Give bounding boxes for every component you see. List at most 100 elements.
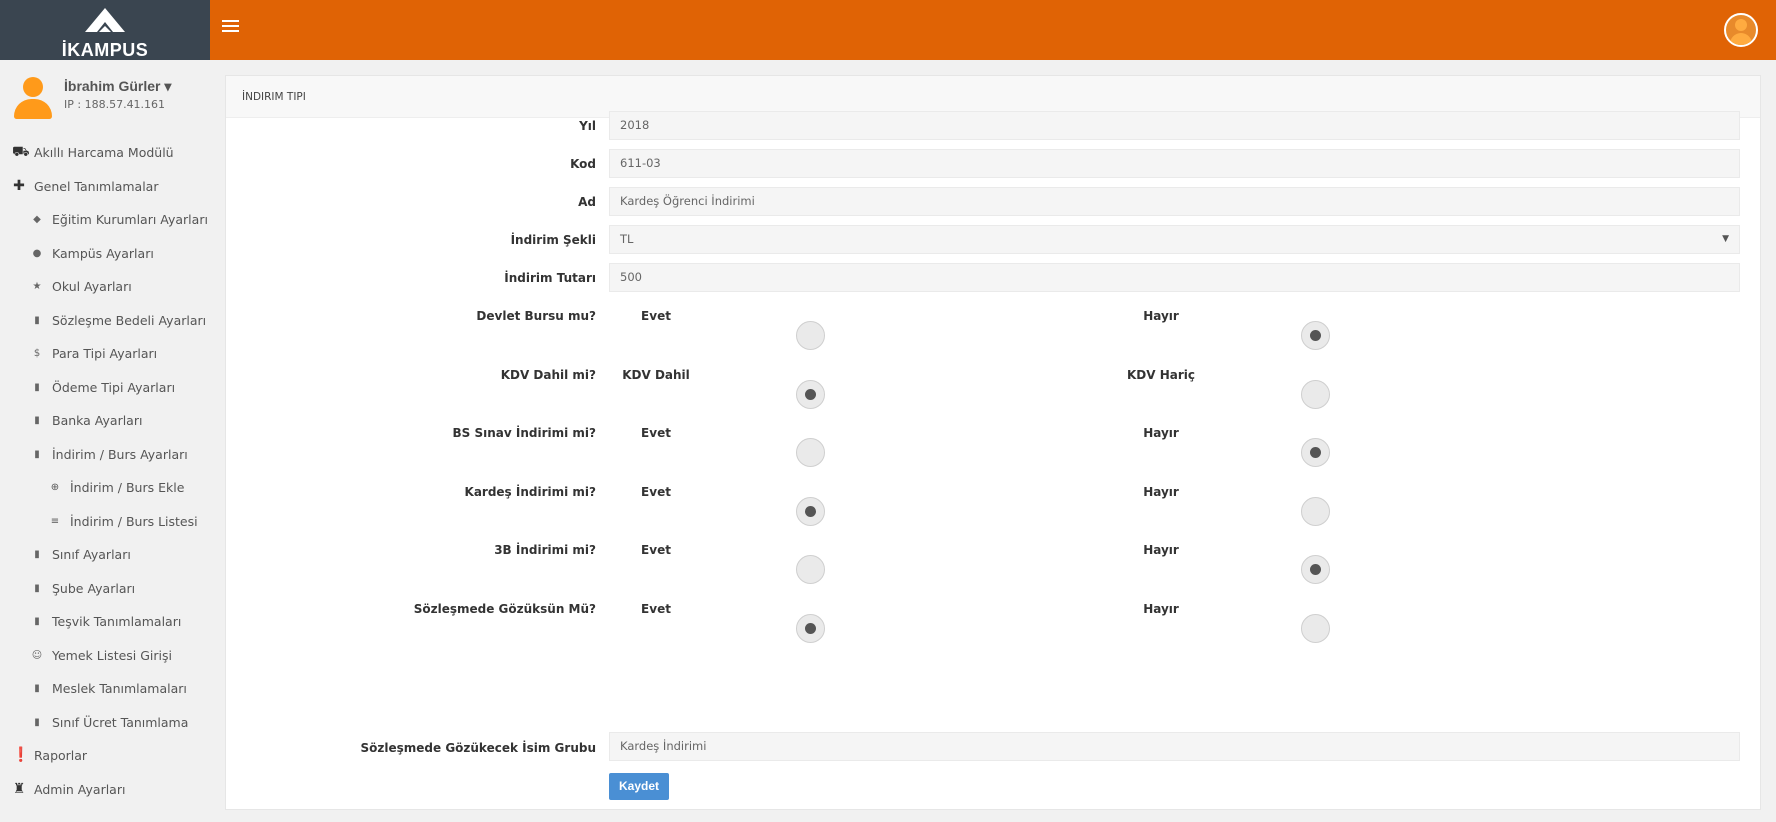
sidebar-item[interactable]: ▮ Banka Ayarları bbox=[0, 404, 210, 438]
radio-option-label: KDV Dahil bbox=[622, 367, 690, 382]
list-icon: ≡ bbox=[50, 515, 60, 527]
sidebar-item[interactable]: ▮ Ödeme Tipi Ayarları bbox=[0, 371, 210, 405]
sidebar-item[interactable]: ▮ Sınıf Ayarları bbox=[0, 538, 210, 572]
sidebar-item-label: Sözleşme Bedeli Ayarları bbox=[52, 312, 207, 328]
sidebar-item[interactable]: $ Para Tipi Ayarları bbox=[0, 337, 210, 371]
radio-option-label: Hayır bbox=[1143, 309, 1179, 323]
sidebar-item[interactable]: ⛟ Akıllı Harcama Modülü bbox=[0, 136, 210, 170]
radio-option-label: Evet bbox=[641, 309, 671, 323]
sidebar-item[interactable]: ★ Okul Ayarları bbox=[0, 270, 210, 304]
sidebar-item[interactable]: ● Kampüs Ayarları bbox=[0, 237, 210, 271]
field-label: Ad bbox=[578, 195, 596, 209]
radio-option-label: Evet bbox=[641, 426, 671, 441]
sidebar-item[interactable]: ◆ Eğitim Kurumları Ayarları bbox=[0, 203, 210, 237]
radio-button[interactable] bbox=[796, 614, 825, 643]
field-value: 611-03 bbox=[620, 156, 661, 170]
sidebar-item[interactable]: ⊕ İndirim / Burs Ekle bbox=[0, 471, 210, 505]
top-navbar bbox=[210, 0, 1776, 60]
radio-option-label: Hayır bbox=[1143, 484, 1179, 499]
sidebar-item-label: Eğitim Kurumları Ayarları bbox=[52, 212, 208, 227]
radio-group-label: KDV Dahil mi? bbox=[500, 367, 596, 382]
sidebar-item-label: Sınıf Ücret Tanımlama bbox=[52, 714, 189, 730]
user-name-dropdown[interactable]: İbrahim Gürler ▾ bbox=[64, 78, 171, 95]
radio-option-label: Hayır bbox=[1143, 602, 1179, 616]
radio-button[interactable] bbox=[1301, 321, 1330, 350]
radio-button[interactable] bbox=[796, 379, 825, 409]
sidebar-item-label: Para Tipi Ayarları bbox=[52, 346, 158, 361]
sidebar-item[interactable]: ▮ Teşvik Tanımlamaları bbox=[0, 605, 210, 639]
dollar-icon: $ bbox=[33, 348, 41, 359]
text-field[interactable]: 500 bbox=[609, 263, 1740, 292]
group-label: Sözleşmede Gözükecek İsim Grubu bbox=[360, 741, 597, 755]
puzzle-icon: ✚ bbox=[13, 177, 25, 194]
user-panel: İbrahim Gürler ▾ IP : 188.57.41.161 bbox=[0, 60, 210, 136]
text-field[interactable]: 611-03 bbox=[609, 149, 1740, 178]
radio-button[interactable] bbox=[1301, 496, 1330, 526]
sidebar-item[interactable]: ✚ Genel Tanımlamalar bbox=[0, 170, 210, 204]
radio-button[interactable] bbox=[1301, 438, 1330, 468]
radio-button[interactable] bbox=[796, 321, 825, 350]
radio-option-label: Evet bbox=[641, 543, 671, 558]
sidebar-menu: ⛟ Akıllı Harcama Modülü ✚ Genel Tanımlamala… bbox=[0, 136, 210, 806]
chevron-down-icon: ▼ bbox=[1722, 234, 1729, 244]
user-avatar bbox=[14, 77, 52, 119]
sidebar-item[interactable]: ▮ İndirim / Burs Ayarları bbox=[0, 438, 210, 472]
radio-group-label: Kardeş İndirimi mi? bbox=[464, 484, 596, 499]
sidebar-item-label: Kampüs Ayarları bbox=[52, 245, 154, 261]
sidebar-item-label: İndirim / Burs Listesi bbox=[70, 513, 198, 529]
basket-icon: ⛟ bbox=[12, 144, 30, 160]
sidebar-item-label: Meslek Tanımlamaları bbox=[52, 681, 187, 696]
radio-group-label: 3B İndirimi mi? bbox=[494, 543, 596, 558]
field-value: 500 bbox=[620, 270, 642, 284]
radio-button[interactable] bbox=[1301, 379, 1330, 409]
sidebar-item[interactable]: ▮ Sözleşme Bedeli Ayarları bbox=[0, 304, 210, 338]
field-label: Kod bbox=[570, 157, 596, 171]
radio-group-label: BS Sınav İndirimi mi? bbox=[452, 426, 596, 441]
name-group-field[interactable]: Kardeş İndirimi bbox=[609, 732, 1740, 761]
discount-type-select[interactable]: TL ▼ bbox=[609, 225, 1740, 254]
android-icon: ♜ bbox=[12, 780, 26, 797]
bookmark-icon: ▮ bbox=[34, 616, 40, 627]
radio-button[interactable] bbox=[1301, 614, 1330, 643]
sidebar-item[interactable]: ▮ Şube Ayarları bbox=[0, 572, 210, 606]
star-icon: ★ bbox=[32, 281, 42, 292]
sidebar-item[interactable]: ▮ Meslek Tanımlamaları bbox=[0, 672, 210, 706]
bookmark-icon: ▮ bbox=[34, 549, 40, 560]
radio-group-label: Sözleşmede Gözüksün Mü? bbox=[413, 602, 596, 616]
main-panel: İNDIRIM TIPI Yıl 2018 Kod 611-03 Ad Kardeş Öğ… bbox=[225, 75, 1761, 810]
logo-text: İKAMPUS bbox=[61, 40, 149, 60]
text-field[interactable]: Kardeş Öğrenci İndirimi bbox=[609, 187, 1740, 216]
radio-option-label: Hayır bbox=[1143, 543, 1179, 558]
sidebar-item[interactable]: ❗ Raporlar bbox=[0, 739, 210, 773]
sidebar-item-label: Teşvik Tanımlamaları bbox=[52, 614, 182, 629]
sidebar-item[interactable]: ☺ Yemek Listesi Girişi bbox=[0, 639, 210, 673]
hamburger-menu-icon[interactable] bbox=[222, 20, 239, 34]
field-label: İndirim Tutarı bbox=[504, 271, 596, 285]
header-user-avatar[interactable] bbox=[1724, 13, 1758, 47]
radio-button[interactable] bbox=[796, 555, 825, 585]
field-value: Kardeş Öğrenci İndirimi bbox=[620, 194, 755, 208]
radio-button[interactable] bbox=[796, 496, 825, 526]
bookmark-icon: ▮ bbox=[34, 716, 40, 728]
sidebar: İbrahim Gürler ▾ IP : 188.57.41.161 ⛟ Akı… bbox=[0, 60, 210, 822]
field-value: TL bbox=[620, 232, 634, 246]
sidebar-item-label: Akıllı Harcama Modülü bbox=[34, 145, 174, 160]
bookmark-icon: ▮ bbox=[34, 582, 40, 594]
smile-icon: ☺ bbox=[31, 649, 43, 661]
sidebar-item[interactable]: ♜ Admin Ayarları bbox=[0, 773, 210, 807]
radio-group-label: Devlet Bursu mu? bbox=[476, 309, 596, 323]
sidebar-item[interactable]: ≡ İndirim / Burs Listesi bbox=[0, 505, 210, 539]
radio-button[interactable] bbox=[796, 438, 825, 468]
radio-option-label: Evet bbox=[641, 484, 671, 499]
sidebar-item-label: Yemek Listesi Girişi bbox=[52, 647, 173, 663]
save-button[interactable]: Kaydet bbox=[609, 773, 670, 800]
sidebar-item-label: İndirim / Burs Ayarları bbox=[52, 446, 188, 462]
sidebar-item[interactable]: ▮ Sınıf Ücret Tanımlama bbox=[0, 706, 210, 740]
logo[interactable]: İKAMPUS bbox=[0, 0, 210, 60]
text-field[interactable]: 2018 bbox=[609, 111, 1740, 140]
map-marker-icon: ● bbox=[32, 247, 42, 259]
radio-option-label: Hayır bbox=[1143, 426, 1179, 441]
field-label: Yıl bbox=[579, 119, 596, 133]
radio-option-label: KDV Hariç bbox=[1126, 367, 1195, 382]
radio-button[interactable] bbox=[1301, 555, 1330, 585]
